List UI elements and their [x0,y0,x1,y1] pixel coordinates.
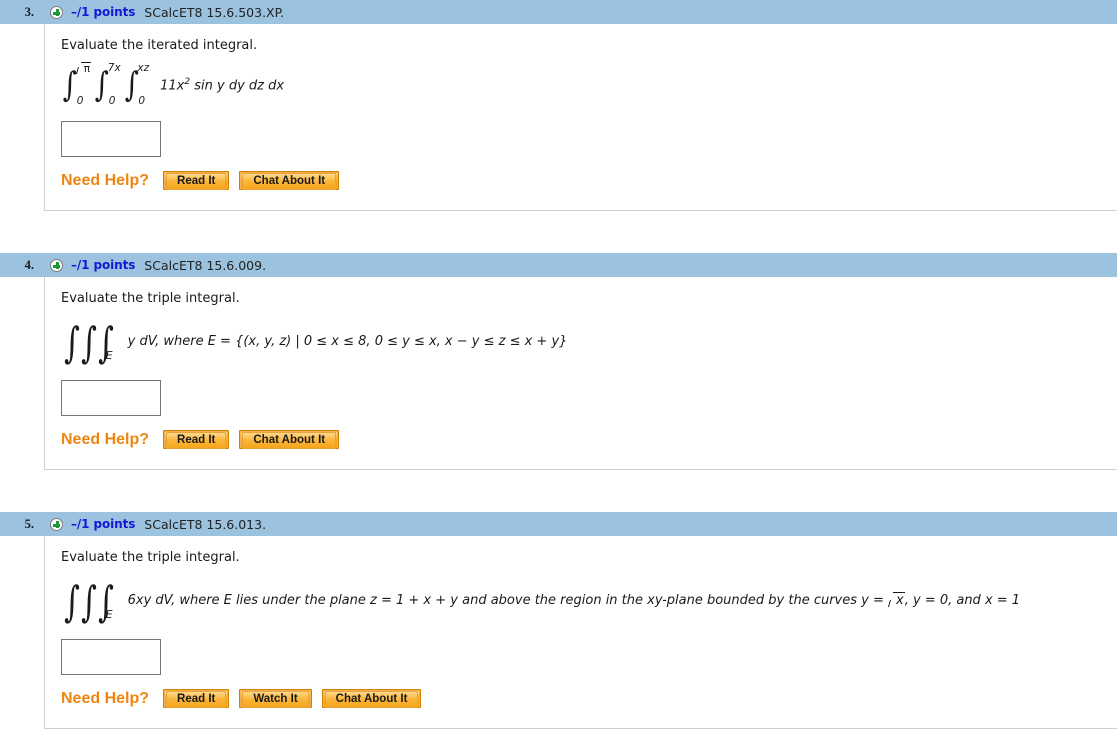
plus-circle-icon[interactable] [50,5,63,19]
question-code: SCalcET8 15.6.013. [144,516,267,532]
need-help-row-5: Need Help? Read It Watch It Chat About I… [61,689,1117,728]
chat-about-it-button[interactable]: Chat About It [239,171,340,190]
read-it-button[interactable]: Read It [163,171,230,190]
watch-it-button[interactable]: Watch It [239,689,312,708]
plus-circle-icon[interactable] [50,517,63,531]
integral-limits: xz 0 [137,62,150,107]
chat-about-it-button-label: Chat About It [242,432,337,449]
sqrt-icon: π [76,62,92,75]
question-number: 5. [24,516,34,531]
chat-about-it-button-label: Chat About It [242,173,337,190]
math-expression-iterated-integral: ∫ π 0 ∫ 7x 0 ∫ xz 0 11x2 sin y dy dz dx [45,62,1117,107]
integral-lower-limit: 0 [108,95,116,107]
need-help-row-4: Need Help? Read It Chat About It [61,430,1117,469]
triple-integral-symbol: ∫ ∫ ∫ E [61,320,119,364]
question-code: SCalcET8 15.6.503.XP. [144,4,285,20]
question-prompt: Evaluate the triple integral. [61,291,240,306]
question-body-5: Evaluate the triple integral. ∫ ∫ ∫ E 6x… [44,536,1117,729]
integrand-rest: sin y dy dz dx [194,78,285,94]
question-block-4: 4. –/1 points SCalcET8 15.6.009. Evaluat… [0,253,1117,470]
points-label: –/1 points [71,517,136,531]
integral-domain-subscript: E [105,349,113,362]
integral-lower-limit: 0 [138,95,146,107]
sqrt-icon: x [888,592,905,608]
need-help-label: Need Help? [61,430,150,448]
triple-integral-description: y dV, where E = {(x, y, z) | 0 ≤ x ≤ 8, … [127,333,568,349]
integrand-exponent: 2 [184,76,191,87]
math-expression-triple-integral: ∫ ∫ ∫ E y dV, where E = {(x, y, z) | 0 ≤… [45,320,1117,364]
plus-circle-icon[interactable] [50,258,63,272]
integral-3: ∫ xz 0 [123,62,150,107]
question-prompt: Evaluate the triple integral. [61,550,240,565]
read-it-button-label: Read It [166,432,227,449]
integrand: 11x2 sin y dy dz dx [160,77,284,93]
integral-limits: 7x 0 [107,62,121,107]
read-it-button[interactable]: Read It [163,689,230,708]
integral-sign-icon: ∫ [80,318,97,367]
need-help-row-3: Need Help? Read It Chat About It [61,171,1117,210]
integral-2: ∫ 7x 0 [93,62,121,107]
read-it-button-label: Read It [166,691,227,708]
integrand-coefficient: 11x [160,78,185,94]
question-block-3: 3. –/1 points SCalcET8 15.6.503.XP. Eval… [0,0,1117,211]
question-header-3: 3. –/1 points SCalcET8 15.6.503.XP. [0,0,1117,24]
chat-about-it-button-label: Chat About It [324,691,419,708]
question-header-5: 5. –/1 points SCalcET8 15.6.013. [0,512,1117,536]
integral-upper-limit: π [76,62,92,75]
integral-sign-icon: ∫ [124,64,139,105]
read-it-button-label: Read It [166,173,227,190]
integral-1: ∫ π 0 [61,62,92,107]
chat-about-it-button[interactable]: Chat About It [321,689,422,708]
math-expression-triple-integral: ∫ ∫ ∫ E 6xy dV, where E lies under the p… [45,579,1117,623]
description-part-b: , y = 0, and x = 1 [904,593,1021,608]
integral-upper-limit: 7x [107,62,121,74]
question-body-3: Evaluate the iterated integral. ∫ π 0 ∫ … [44,24,1117,211]
integral-sign-icon: ∫ [64,318,80,367]
answer-input[interactable] [61,639,161,675]
watch-it-button-label: Watch It [242,691,309,708]
integral-sign-icon: ∫ [64,577,80,626]
triple-integral-description: 6xy dV, where E lies under the plane z =… [128,592,1020,610]
chat-about-it-button[interactable]: Chat About It [239,430,340,449]
integral-sign-icon: ∫ [94,64,109,105]
points-label: –/1 points [71,5,136,19]
answer-input[interactable] [61,380,161,416]
read-it-button[interactable]: Read It [163,430,230,449]
description-part-a: 6xy dV, where E lies under the plane z =… [127,593,888,608]
radicand: x [896,593,904,608]
radicand: π [83,63,91,75]
question-header-4: 4. –/1 points SCalcET8 15.6.009. [0,253,1117,277]
integral-domain-subscript: E [105,608,113,621]
answer-input[interactable] [61,121,161,157]
points-label: –/1 points [71,258,136,272]
question-code: SCalcET8 15.6.009. [144,257,267,273]
question-number: 3. [24,4,34,19]
integral-lower-limit: 0 [76,95,84,107]
question-body-4: Evaluate the triple integral. ∫ ∫ ∫ E y … [44,277,1117,470]
question-block-5: 5. –/1 points SCalcET8 15.6.013. Evaluat… [0,512,1117,729]
integral-sign-icon: ∫ [80,577,97,626]
triple-integral-symbol: ∫ ∫ ∫ E [61,579,119,623]
question-number: 4. [24,257,34,272]
integral-upper-limit: xz [137,62,150,74]
need-help-label: Need Help? [61,171,150,189]
need-help-label: Need Help? [61,689,150,707]
integral-limits: π 0 [76,62,92,107]
question-prompt: Evaluate the iterated integral. [61,38,258,53]
